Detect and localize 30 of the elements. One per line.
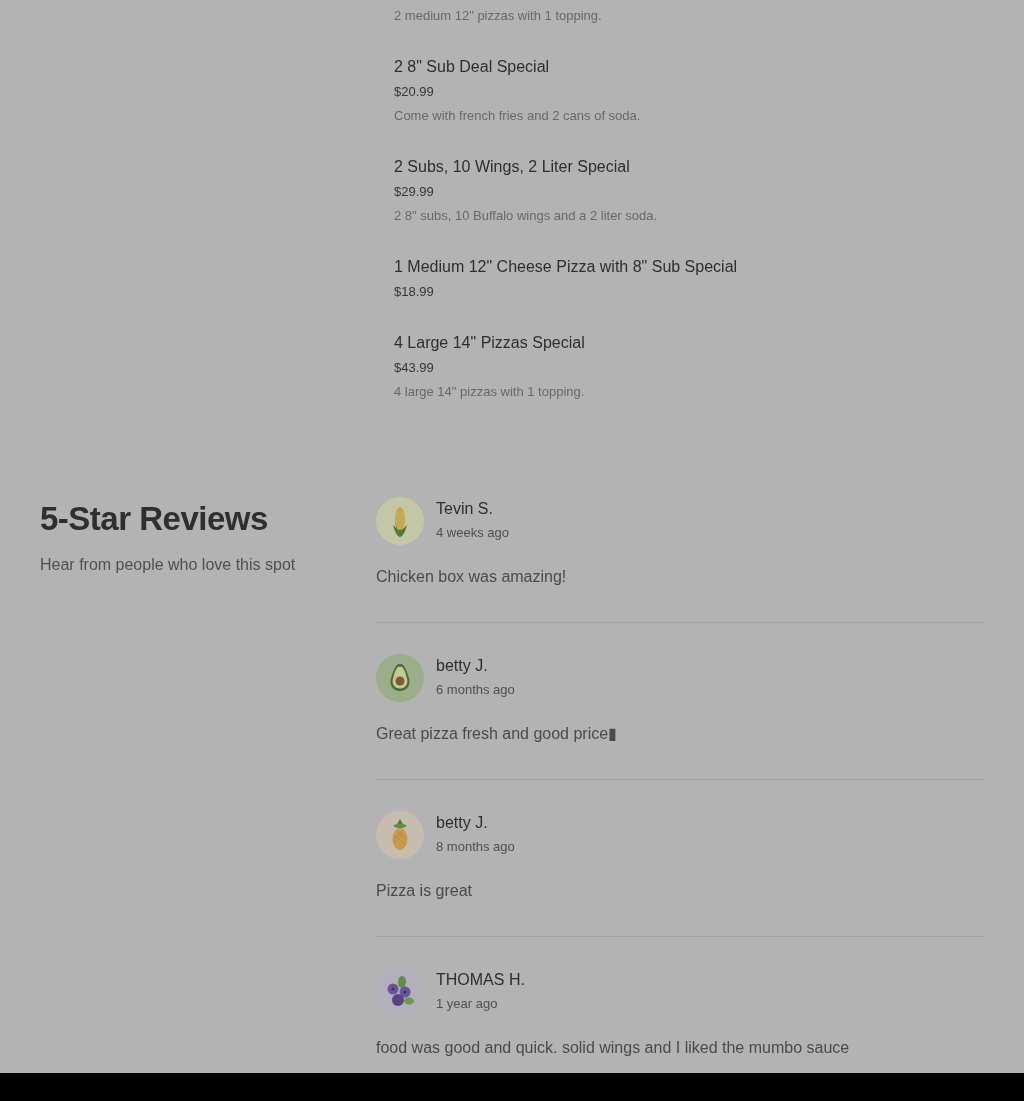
item-title: 4 Large 14" Pizzas Special — [394, 333, 586, 353]
item-price: $18.99 — [394, 283, 435, 301]
review-time: 1 year ago — [436, 995, 499, 1013]
item-price: $29.99 — [394, 183, 435, 201]
review-time: 8 months ago — [436, 838, 515, 856]
reviewer-name: THOMAS H. — [436, 970, 525, 990]
review-time: 4 weeks ago — [436, 524, 509, 542]
corn-icon — [376, 497, 424, 545]
reviewer-name: betty J. — [436, 813, 489, 833]
item-price: $20.99 — [394, 83, 435, 101]
reviewer-name: betty J. — [436, 656, 489, 676]
section-subtitle: Hear from people who love this spot — [40, 555, 297, 575]
pineapple-icon — [376, 811, 424, 859]
review-text: Chicken box was amazing! — [376, 567, 568, 587]
item-title: 2 8" Sub Deal Special — [394, 57, 551, 77]
berries-icon — [376, 968, 424, 1016]
avocado-icon — [376, 654, 424, 702]
item-title: 2 Subs, 10 Wings, 2 Liter Special — [394, 157, 631, 177]
item-description: 2 medium 12" pizzas with 1 topping. — [394, 7, 603, 25]
item-title: 1 Medium 12" Cheese Pizza with 8" Sub Special — [394, 257, 739, 277]
review-text: food was good and quick. solid wings and I liked the mumbo sauce — [376, 1038, 851, 1058]
item-description: 2 8" subs, 10 Buffalo wings and a 2 liter soda. — [394, 207, 659, 225]
section-heading: 5-Star Reviews — [40, 499, 269, 539]
review-text: Pizza is great — [376, 881, 474, 901]
review-text: Great pizza fresh and good price▮ — [376, 724, 619, 744]
reviewer-name: Tevin S. — [436, 499, 494, 519]
review-time: 6 months ago — [436, 681, 515, 699]
item-description: 4 large 14" pizzas with 1 topping. — [394, 383, 586, 401]
item-price: $43.99 — [394, 359, 435, 377]
item-description: Come with french fries and 2 cans of soda. — [394, 107, 642, 125]
